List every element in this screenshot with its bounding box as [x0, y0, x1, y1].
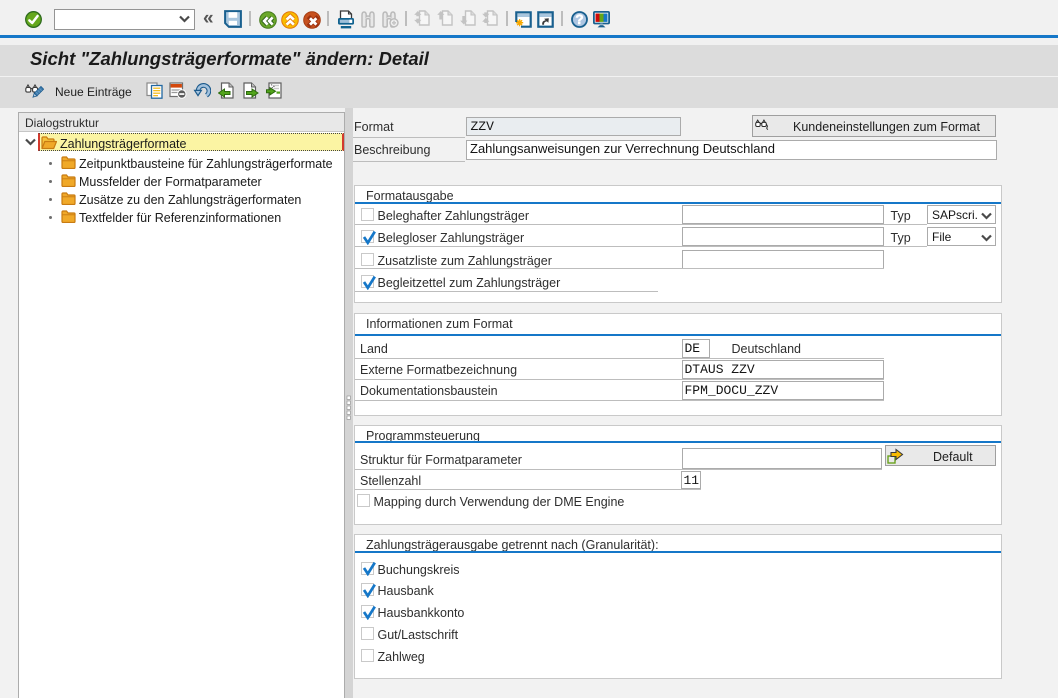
- svg-text:?: ?: [575, 12, 583, 27]
